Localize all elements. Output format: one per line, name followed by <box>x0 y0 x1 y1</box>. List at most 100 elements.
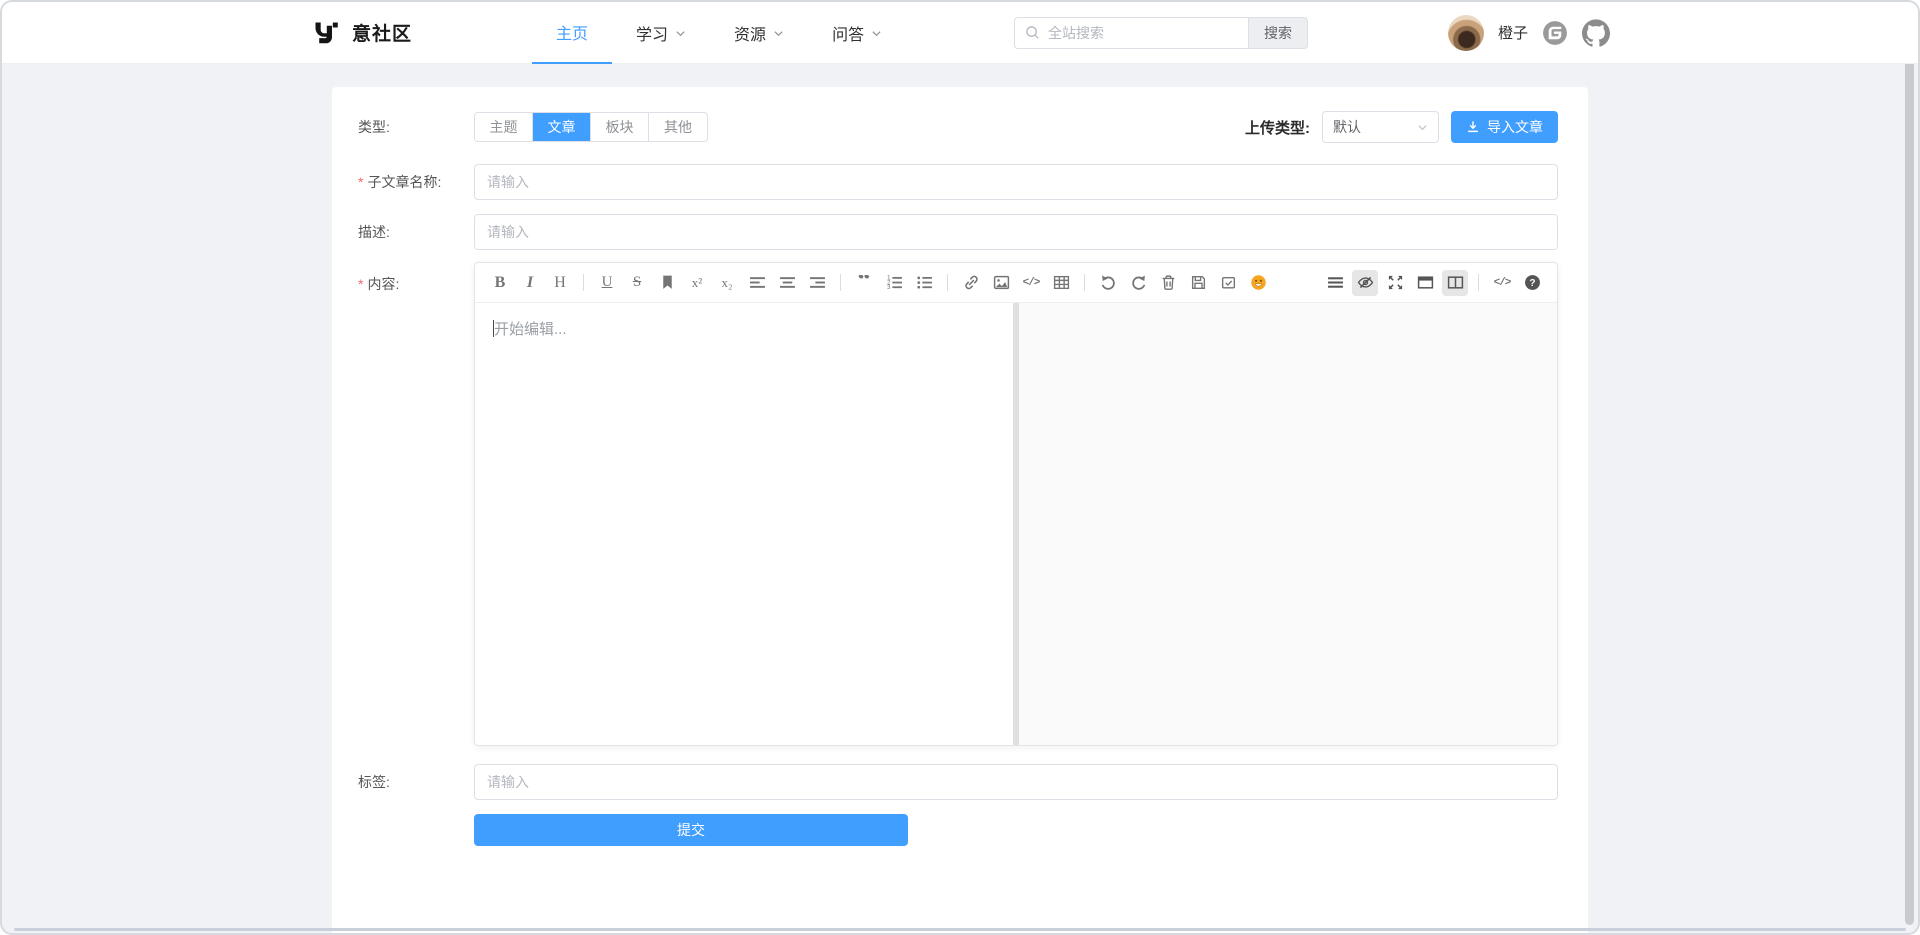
description-label: 描述: <box>358 222 474 242</box>
github-icon[interactable] <box>1582 19 1610 47</box>
toolbar-right-group: </>? <box>1320 270 1547 296</box>
html-code-icon[interactable]: </> <box>1489 270 1515 296</box>
upload-type-label: 上传类型: <box>1245 117 1310 138</box>
required-asterisk: * <box>358 174 363 190</box>
type-option-文章[interactable]: 文章 <box>533 113 591 141</box>
article-name-input[interactable] <box>474 164 1558 200</box>
username[interactable]: 橙子 <box>1498 22 1528 43</box>
nav-item-资源[interactable]: 资源 <box>710 2 808 64</box>
upload-group: 上传类型: 默认 导入文章 <box>1245 111 1558 143</box>
tags-input[interactable] <box>474 764 1558 800</box>
download-icon <box>1466 120 1480 134</box>
nav-item-home[interactable]: 主页 <box>532 2 612 64</box>
app-window: 意社区 主页 学习 资源 问答 搜索 橙子 <box>0 0 1920 935</box>
export-icon[interactable] <box>1215 270 1241 296</box>
type-option-主题[interactable]: 主题 <box>475 113 533 141</box>
search-box[interactable] <box>1014 17 1248 49</box>
vertical-scrollbar[interactable] <box>1905 5 1914 925</box>
svg-text:3: 3 <box>887 285 891 291</box>
nav-item-label: 学习 <box>636 21 668 45</box>
save-icon[interactable] <box>1185 270 1211 296</box>
align-right-icon[interactable] <box>804 270 830 296</box>
tags-row: 标签: <box>358 764 1558 800</box>
article-name-label: *子文章名称: <box>358 172 474 192</box>
search-icon <box>1025 25 1040 40</box>
heading-icon[interactable]: H <box>547 270 573 296</box>
editor-body: 开始编辑... <box>475 303 1557 745</box>
submit-button[interactable]: 提交 <box>474 814 908 846</box>
type-row: 类型: 主题文章板块其他 上传类型: 默认 导入文章 <box>358 111 1558 143</box>
type-option-其他[interactable]: 其他 <box>649 113 707 141</box>
toolbar-separator <box>583 274 584 291</box>
fullscreen-icon[interactable] <box>1382 270 1408 296</box>
nav-item-label: 主页 <box>556 20 588 44</box>
help-icon[interactable]: ? <box>1519 270 1545 296</box>
trash-icon[interactable] <box>1155 270 1181 296</box>
editor-placeholder: 开始编辑... <box>494 321 567 338</box>
upload-type-value: 默认 <box>1333 117 1361 137</box>
redo-icon[interactable] <box>1125 270 1151 296</box>
markdown-editor: BIHUSx²x₂“123</></>? 开始编辑... <box>474 262 1558 746</box>
gitee-icon[interactable] <box>1542 20 1568 46</box>
upload-type-select[interactable]: 默认 <box>1322 111 1439 143</box>
horizontal-scrollbar[interactable] <box>14 928 1906 931</box>
site-title: 意社区 <box>352 19 412 46</box>
global-search: 搜索 <box>1014 17 1308 49</box>
image-icon[interactable] <box>988 270 1014 296</box>
strikethrough-icon[interactable]: S <box>624 270 650 296</box>
chevron-down-icon <box>871 28 882 39</box>
search-input[interactable] <box>1048 25 1238 41</box>
content-row: *内容: BIHUSx²x₂“123</></>? 开始编辑... <box>358 262 1558 746</box>
underline-icon[interactable]: U <box>594 270 620 296</box>
toolbar-separator <box>1084 274 1085 291</box>
avatar[interactable] <box>1448 15 1484 51</box>
chevron-down-icon <box>675 28 686 39</box>
tags-label: 标签: <box>358 772 474 792</box>
subscript-icon[interactable]: x₂ <box>714 270 740 296</box>
align-left-icon[interactable] <box>744 270 770 296</box>
editor-preview-pane <box>1019 303 1557 745</box>
link-icon[interactable] <box>958 270 984 296</box>
content-label: *内容: <box>358 262 474 294</box>
search-button[interactable]: 搜索 <box>1248 17 1308 49</box>
nav-item-label: 问答 <box>832 21 864 45</box>
code-icon[interactable]: </> <box>1018 270 1044 296</box>
toolbar-separator <box>1478 274 1479 291</box>
editor-input-pane[interactable]: 开始编辑... <box>475 303 1013 745</box>
type-option-板块[interactable]: 板块 <box>591 113 649 141</box>
read-model-icon[interactable] <box>1412 270 1438 296</box>
nav-item-label: 资源 <box>734 21 766 45</box>
preview-toggle-icon[interactable] <box>1352 270 1378 296</box>
chevron-down-icon <box>773 28 784 39</box>
required-asterisk: * <box>358 276 363 292</box>
align-center-icon[interactable] <box>774 270 800 296</box>
mark-icon[interactable] <box>654 270 680 296</box>
description-row: 描述: <box>358 214 1558 250</box>
nav-item-问答[interactable]: 问答 <box>808 2 906 64</box>
split-view-icon[interactable] <box>1442 270 1468 296</box>
navigation-icon[interactable] <box>1322 270 1348 296</box>
type-label: 类型: <box>358 117 474 137</box>
bold-icon[interactable]: B <box>487 270 513 296</box>
publish-form-card: 类型: 主题文章板块其他 上传类型: 默认 导入文章 *子文章名称: <box>332 87 1588 935</box>
main-nav: 主页 学习 资源 问答 <box>532 2 906 64</box>
ordered-list-icon[interactable]: 123 <box>881 270 907 296</box>
toolbar-separator <box>947 274 948 291</box>
top-navbar: 意社区 主页 学习 资源 问答 搜索 橙子 <box>2 2 1918 64</box>
superscript-icon[interactable]: x² <box>684 270 710 296</box>
description-input[interactable] <box>474 214 1558 250</box>
unordered-list-icon[interactable] <box>911 270 937 296</box>
italic-icon[interactable]: I <box>517 270 543 296</box>
type-segmented-control: 主题文章板块其他 <box>474 112 708 142</box>
emoji-icon[interactable] <box>1245 270 1271 296</box>
quote-icon[interactable]: “ <box>851 270 877 296</box>
nav-item-学习[interactable]: 学习 <box>612 2 710 64</box>
table-icon[interactable] <box>1048 270 1074 296</box>
undo-icon[interactable] <box>1095 270 1121 296</box>
brand[interactable]: 意社区 <box>312 19 412 47</box>
toolbar-separator <box>840 274 841 291</box>
yi-logo-icon <box>312 19 340 47</box>
import-article-button[interactable]: 导入文章 <box>1451 111 1558 143</box>
editor-toolbar: BIHUSx²x₂“123</></>? <box>475 263 1557 303</box>
article-name-row: *子文章名称: <box>358 164 1558 200</box>
